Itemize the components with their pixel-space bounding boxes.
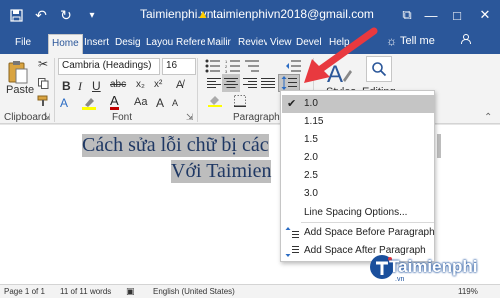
tab-review[interactable]: Reviev xyxy=(235,34,267,54)
watermark-suffix: .vn xyxy=(395,276,405,283)
tell-me-search[interactable]: Tell me xyxy=(400,35,435,47)
option-label: Line Spacing Options... xyxy=(304,207,408,218)
bold-icon[interactable]: B xyxy=(62,79,71,93)
minimize-button[interactable]: — xyxy=(420,5,442,25)
selection-edge xyxy=(437,134,441,158)
paste-icon[interactable] xyxy=(6,58,30,86)
space-after-icon xyxy=(285,246,299,257)
tab-file[interactable]: File xyxy=(12,34,34,54)
strikethrough-icon[interactable]: abc xyxy=(110,79,126,90)
highlight-icon[interactable] xyxy=(82,96,98,110)
menu-separator xyxy=(301,222,434,223)
option-label: 2.5 xyxy=(304,170,318,181)
grow-font-icon[interactable]: A xyxy=(156,96,164,110)
maximize-button[interactable]: □ xyxy=(446,5,468,25)
group-separator xyxy=(197,58,198,122)
copy-icon[interactable] xyxy=(36,76,50,90)
shading-icon[interactable] xyxy=(206,94,224,108)
red-arrow-annotation xyxy=(304,27,378,83)
underline-icon[interactable]: U xyxy=(92,79,101,93)
option-label: Add Space Before Paragraph xyxy=(304,227,435,238)
group-separator xyxy=(54,58,55,122)
clipboard-launcher-icon[interactable]: ⇲ xyxy=(43,112,51,123)
tab-design[interactable]: Desig xyxy=(112,34,144,54)
borders-icon[interactable] xyxy=(232,94,248,108)
tab-insert[interactable]: Insert xyxy=(81,34,112,54)
option-label: 2.0 xyxy=(304,152,318,163)
align-left-icon[interactable] xyxy=(206,76,222,90)
group-clipboard-label: Clipboard xyxy=(4,112,47,123)
font-name-combo[interactable]: Cambria (Headings) xyxy=(58,58,160,75)
share-user-icon[interactable] xyxy=(460,33,472,48)
align-right-icon[interactable] xyxy=(242,76,258,90)
paste-button-label[interactable]: Paste xyxy=(6,84,34,96)
change-case-icon[interactable]: Aa xyxy=(134,96,147,108)
font-launcher-icon[interactable]: ⇲ xyxy=(186,112,194,123)
status-bar: Page 1 of 1 11 of 11 words ▣ English (Un… xyxy=(0,284,500,298)
line-spacing-option-1-0[interactable]: ✔ 1.0 xyxy=(282,95,435,113)
multilevel-list-icon[interactable] xyxy=(244,58,262,74)
warning-icon: ▲ xyxy=(197,7,209,21)
add-space-before-item[interactable]: Add Space Before Paragraph xyxy=(282,224,435,242)
svg-text:3: 3 xyxy=(225,69,228,73)
justify-icon[interactable] xyxy=(260,76,276,90)
tab-view[interactable]: View xyxy=(267,34,295,54)
numbering-icon[interactable]: 123 xyxy=(224,58,242,74)
line-spacing-option-1-15[interactable]: 1.15 xyxy=(282,113,435,131)
group-font-label: Font xyxy=(112,112,133,123)
superscript-icon[interactable]: x² xyxy=(154,79,162,90)
proofing-icon[interactable]: ▣ xyxy=(126,286,135,297)
line-spacing-option-2-0[interactable]: 2.0 xyxy=(282,149,435,167)
save-icon[interactable] xyxy=(6,5,26,25)
word-count[interactable]: 11 of 11 words xyxy=(60,287,111,296)
font-color-icon[interactable]: A xyxy=(110,94,119,110)
redo-icon[interactable]: ↻ xyxy=(56,5,76,25)
subscript-icon[interactable]: x₂ xyxy=(136,79,145,90)
tab-home[interactable]: Home xyxy=(48,34,83,54)
line-spacing-option-1-5[interactable]: 1.5 xyxy=(282,131,435,149)
shrink-font-icon[interactable]: A xyxy=(172,98,178,108)
word-window: ↶ ↻ ▾ Taimienphi.vn... ▲ taimienphivn201… xyxy=(0,0,500,298)
align-center-icon[interactable] xyxy=(222,74,240,92)
font-size-combo[interactable]: 16 xyxy=(162,58,196,75)
line-spacing-menu: ✔ 1.0 1.15 1.5 2.0 2.5 3.0 Line Spacing … xyxy=(280,90,435,262)
checkmark-icon: ✔ xyxy=(287,98,297,110)
close-button[interactable]: ✕ xyxy=(474,5,496,25)
ribbon-display-icon[interactable]: ⧉ xyxy=(396,5,418,25)
bullets-icon[interactable] xyxy=(204,58,222,74)
option-label: 1.5 xyxy=(304,134,318,145)
title-bar: ↶ ↻ ▾ Taimienphi.vn... ▲ taimienphivn201… xyxy=(0,0,500,30)
option-label: 1.15 xyxy=(304,116,324,127)
space-before-icon xyxy=(285,227,299,238)
option-label: 1.0 xyxy=(304,98,318,109)
document-heading-line-2[interactable]: Với Taimien xyxy=(171,160,272,183)
cut-icon[interactable]: ✂ xyxy=(36,57,50,71)
tab-references[interactable]: Refere xyxy=(173,34,205,54)
tab-layout[interactable]: Layou xyxy=(143,34,174,54)
zoom-level[interactable]: 119% xyxy=(458,287,478,296)
format-painter-icon[interactable] xyxy=(36,94,50,108)
text-effects-icon[interactable]: A xyxy=(60,96,68,110)
tab-mailings[interactable]: Mailir xyxy=(204,34,236,54)
lightbulb-icon: ☼ xyxy=(386,34,397,48)
page-count[interactable]: Page 1 of 1 xyxy=(4,287,45,296)
language[interactable]: English (United States) xyxy=(153,287,235,296)
customize-toolbar-icon[interactable]: ▾ xyxy=(82,5,102,25)
line-spacing-option-3-0[interactable]: 3.0 xyxy=(282,185,435,203)
document-heading-line-1[interactable]: Cách sửa lỗi chữ bị các xyxy=(82,134,269,157)
collapse-ribbon-icon[interactable]: ⌃ xyxy=(484,112,492,123)
group-paragraph-label: Paragraph xyxy=(233,112,280,123)
line-spacing-option-2-5[interactable]: 2.5 xyxy=(282,167,435,185)
line-spacing-options-item[interactable]: Line Spacing Options... xyxy=(282,204,435,222)
clear-formatting-icon[interactable]: A̸ xyxy=(176,79,183,91)
account-email[interactable]: taimienphivn2018@gmail.com xyxy=(213,7,374,21)
watermark-text: Taimienphi xyxy=(389,257,478,276)
italic-icon[interactable]: I xyxy=(78,79,82,94)
option-label: 3.0 xyxy=(304,188,318,199)
undo-icon[interactable]: ↶ xyxy=(31,5,51,25)
